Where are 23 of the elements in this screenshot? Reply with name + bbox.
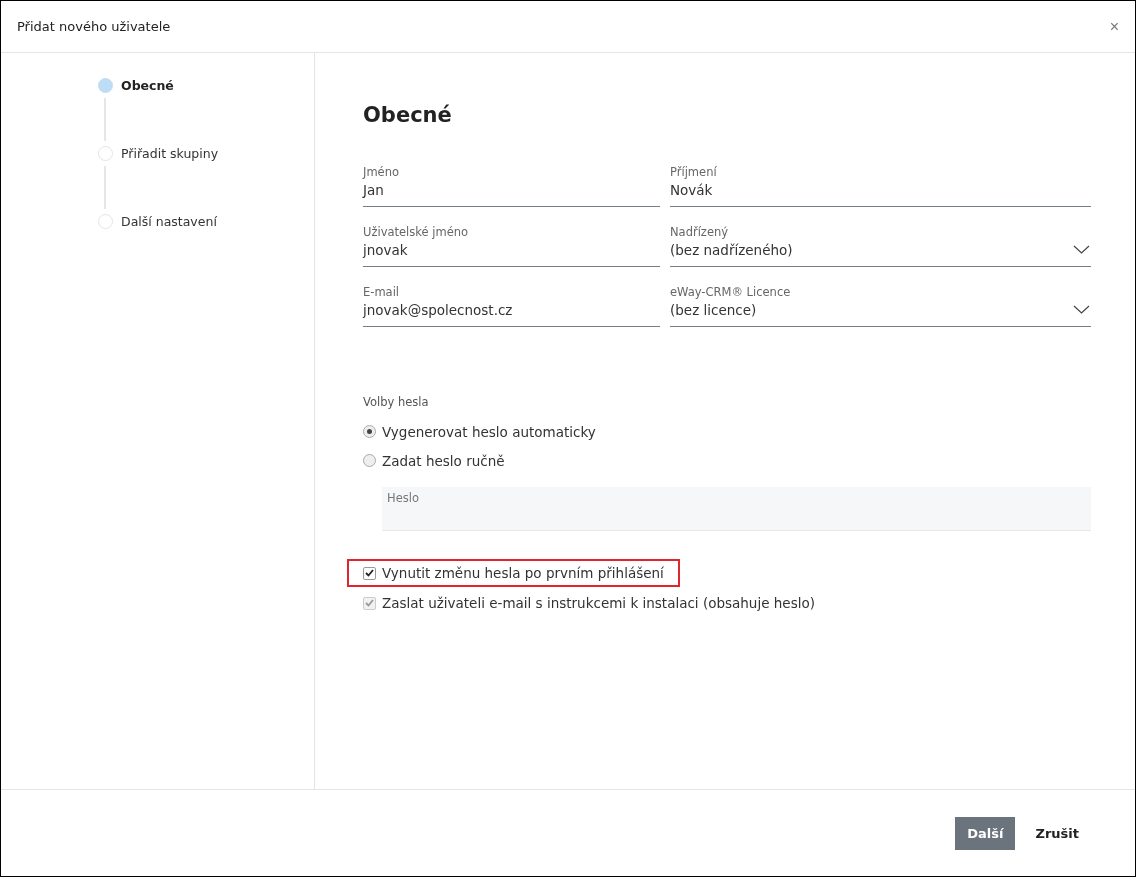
option-label[interactable]: Zadat heslo ručně — [382, 452, 505, 469]
group-label: Volby hesla — [363, 395, 430, 409]
cancel-button[interactable]: Zrušit — [1023, 816, 1091, 850]
checkbox-label[interactable]: Vynutit změnu hesla po prvním přihlášení — [382, 565, 664, 581]
input-field[interactable]: Uživatelské jméno jnovak — [363, 225, 660, 267]
step-label[interactable]: Další nastavení — [121, 214, 217, 230]
window-title: Přidat nového uživatele — [17, 19, 171, 34]
step-label[interactable]: Přiřadit skupiny — [121, 146, 219, 214]
chevron-down-icon — [1073, 245, 1090, 254]
option-label[interactable]: Vygenerovat heslo automaticky — [382, 423, 596, 440]
dropdown-field[interactable]: eWay-CRM® Licence (bez licence) — [670, 285, 1091, 327]
step-label[interactable]: Obecné — [121, 78, 174, 146]
chevron-down-icon — [1073, 305, 1090, 314]
close-button[interactable]: × — [1105, 17, 1123, 36]
section-heading: Obecné — [363, 103, 453, 127]
input-field[interactable]: Příjmení Novák — [670, 165, 1091, 207]
radio-button[interactable] — [363, 425, 376, 438]
checkbox[interactable] — [363, 566, 376, 580]
next-button[interactable]: Další — [955, 816, 1016, 850]
input-field[interactable]: E-mail jnovak@spolecnost.cz — [363, 285, 660, 327]
radio-button[interactable] — [363, 454, 376, 467]
dropdown-field[interactable]: Nadřízený (bez nadřízeného) — [670, 225, 1091, 267]
input-field[interactable]: Jméno Jan — [363, 165, 660, 207]
